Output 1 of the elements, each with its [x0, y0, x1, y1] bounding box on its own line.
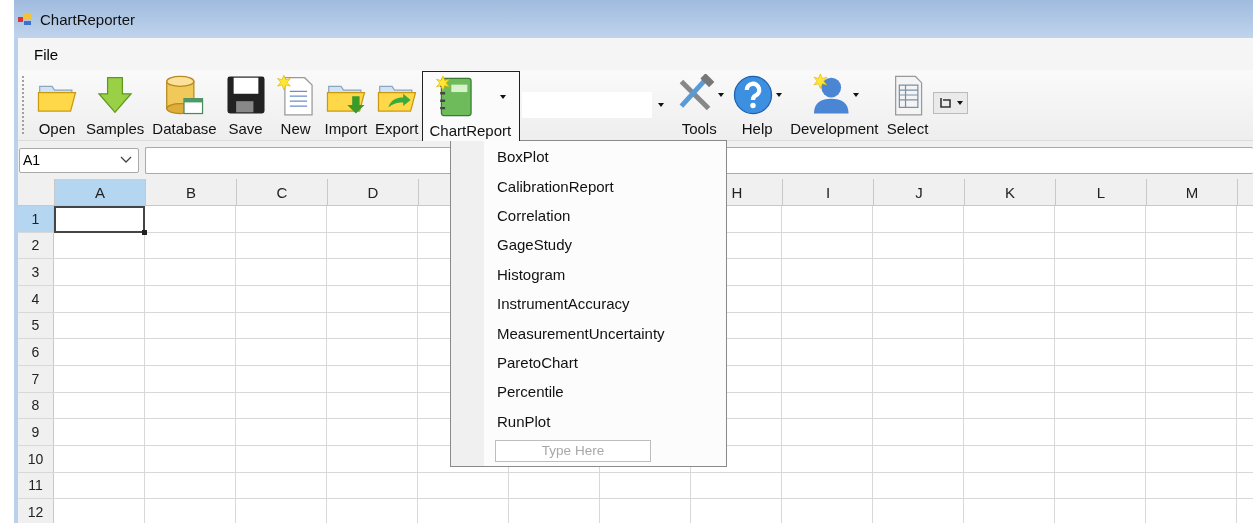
window-title: ChartReporter	[40, 10, 136, 28]
